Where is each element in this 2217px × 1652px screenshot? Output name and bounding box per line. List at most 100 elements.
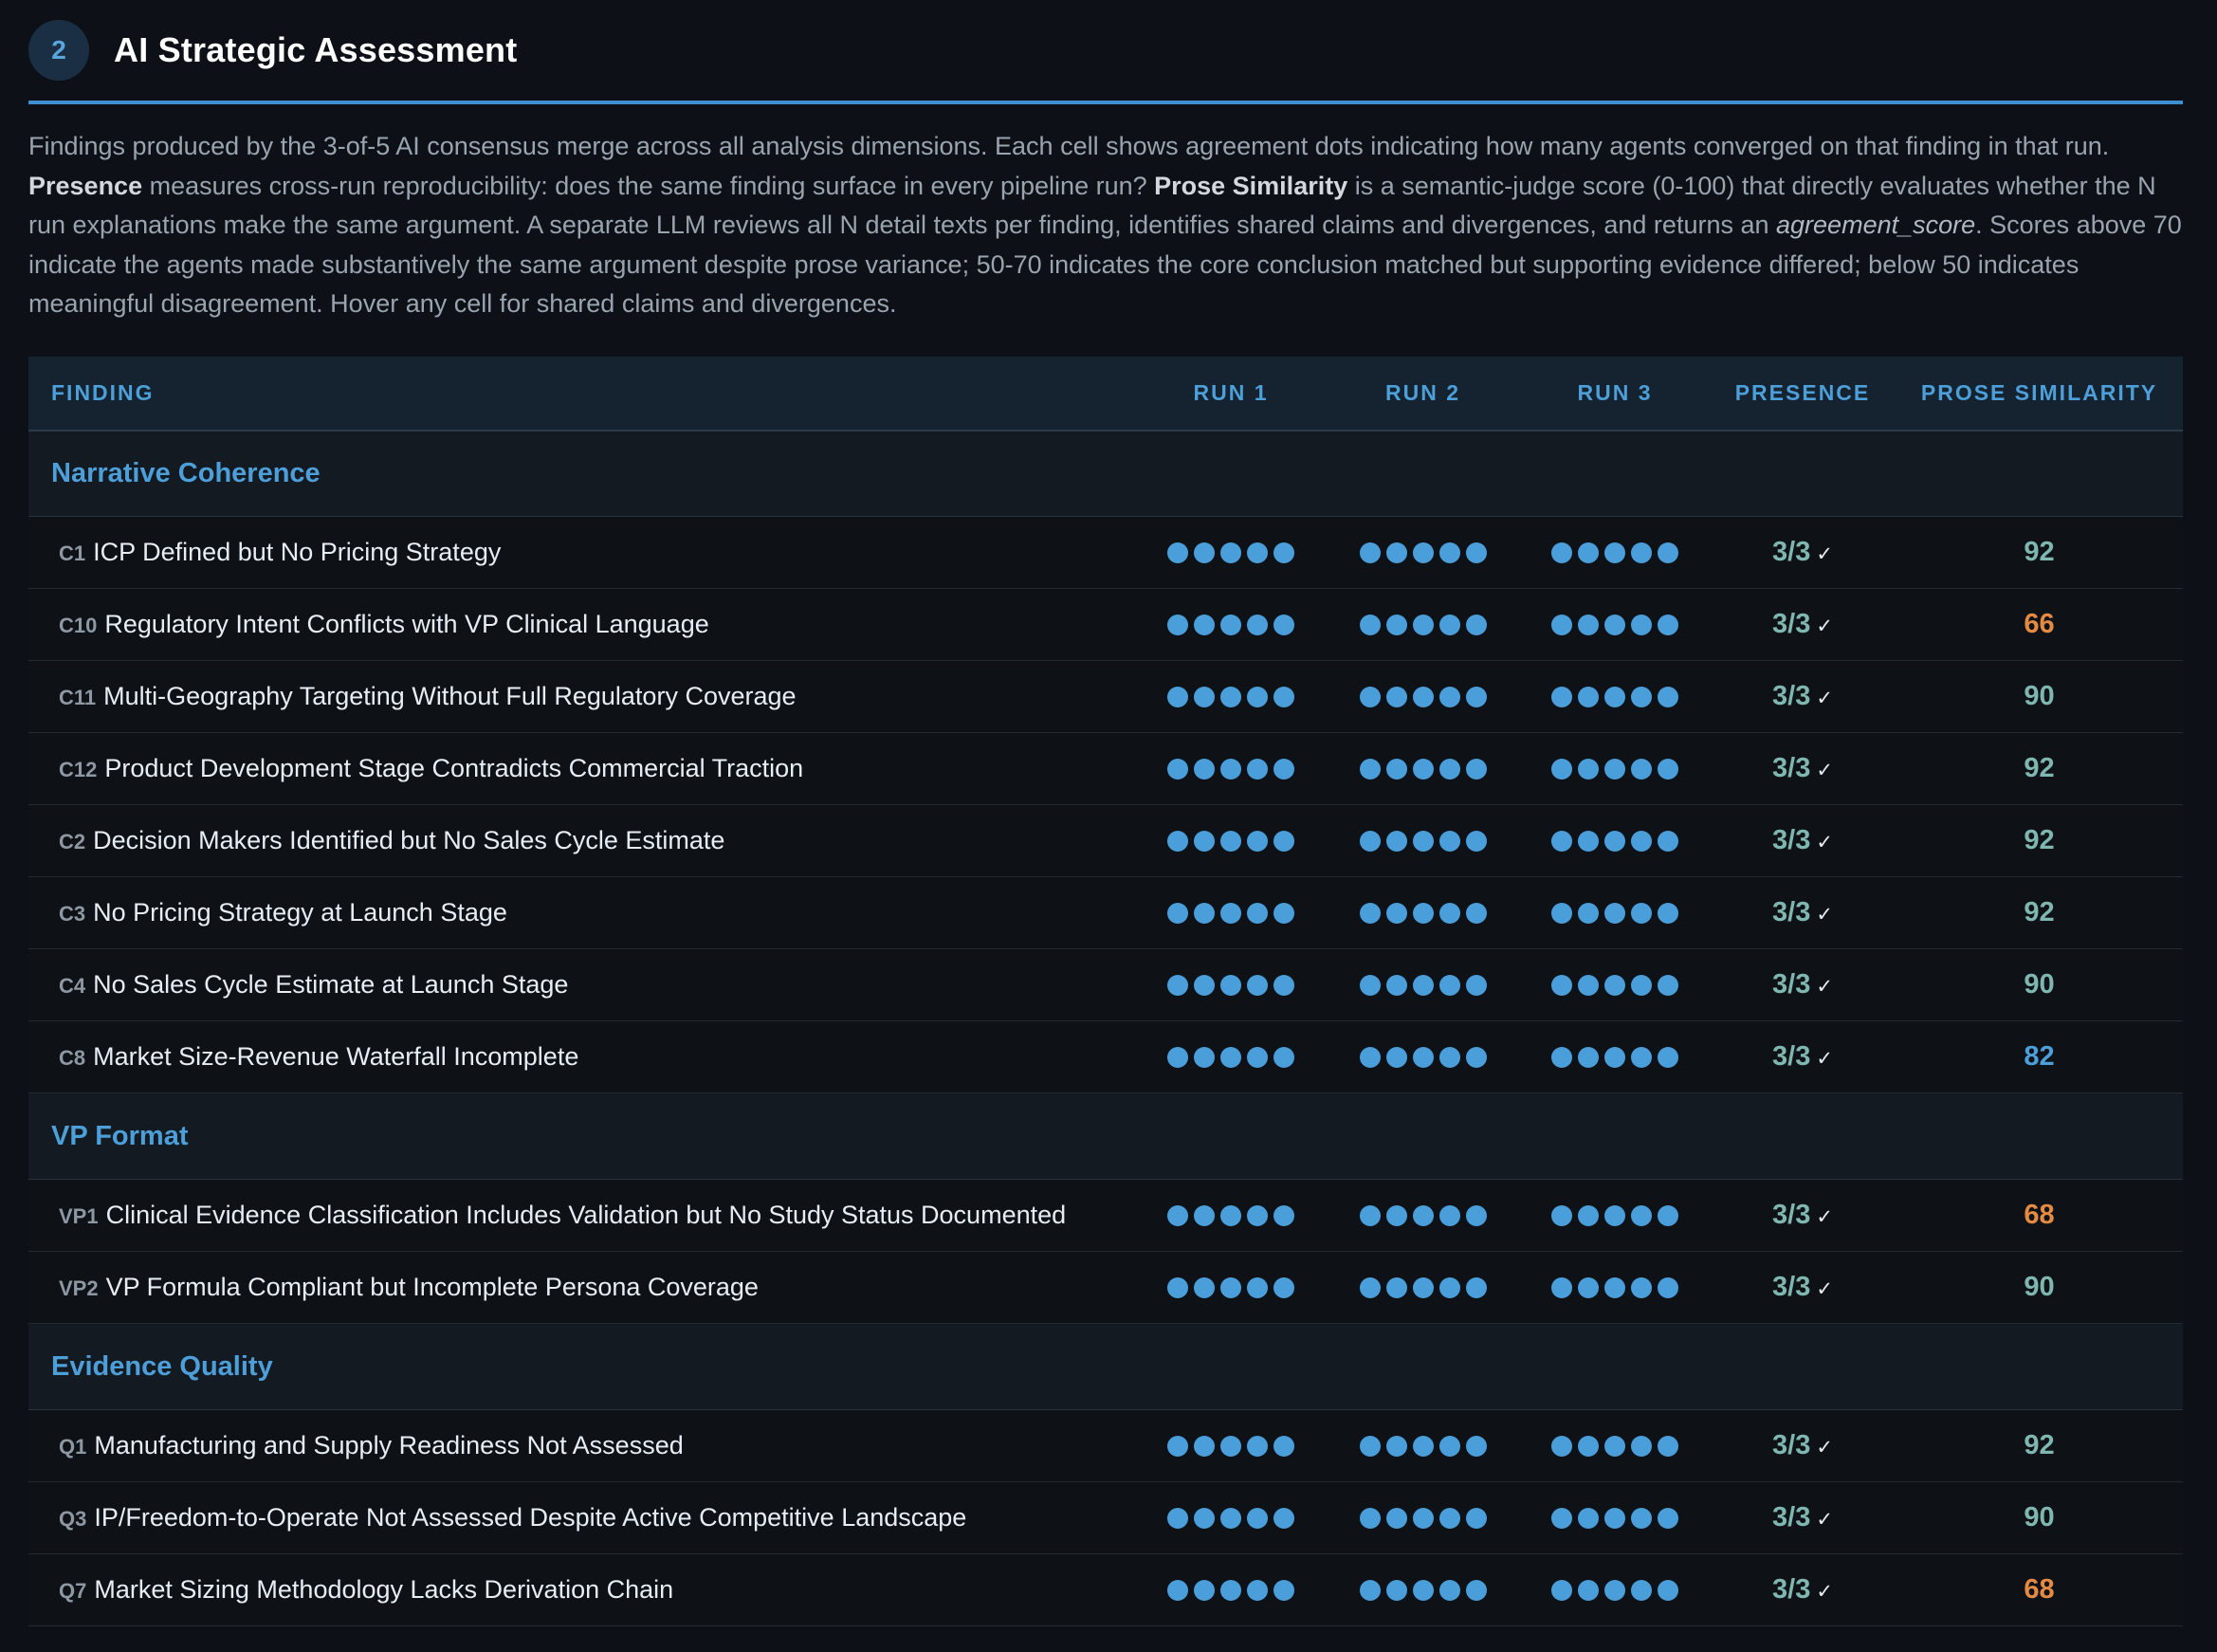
run-2-agreement-cell[interactable] <box>1326 517 1520 589</box>
table-row[interactable]: VP1 Clinical Evidence Classification Incl… <box>28 1179 2183 1252</box>
prose-similarity-cell[interactable]: 90 <box>1896 949 2183 1021</box>
prose-similarity-cell[interactable]: 82 <box>1896 1021 2183 1093</box>
run-2-agreement-cell[interactable] <box>1326 1410 1520 1482</box>
prose-similarity-cell[interactable]: 68 <box>1896 1554 2183 1626</box>
table-row[interactable]: C1 ICP Defined but No Pricing Strategy 3/3… <box>28 516 2183 589</box>
table-row[interactable]: C4 No Sales Cycle Estimate at Launch Stag… <box>28 948 2183 1021</box>
run-3-agreement-cell[interactable] <box>1520 517 1710 589</box>
finding-cell[interactable]: C4 No Sales Cycle Estimate at Launch Stag… <box>28 949 1136 1021</box>
finding-cell[interactable]: C8 Market Size-Revenue Waterfall Incomple… <box>28 1021 1136 1093</box>
finding-cell[interactable]: C12 Product Development Stage Contradicts… <box>28 733 1136 805</box>
run-1-agreement-cell[interactable] <box>1136 1021 1326 1093</box>
finding-cell[interactable]: C2 Decision Makers Identified but No Sale… <box>28 805 1136 877</box>
run-1-agreement-cell[interactable] <box>1136 661 1326 733</box>
table-row[interactable]: Q7 Market Sizing Methodology Lacks Deriva… <box>28 1553 2183 1626</box>
agreement-dot <box>1194 1507 1215 1529</box>
prose-similarity-cell[interactable]: 90 <box>1896 1482 2183 1554</box>
finding-cell[interactable]: Q1 Manufacturing and Supply Readiness Not… <box>28 1410 1136 1482</box>
prose-similarity-cell[interactable]: 90 <box>1896 661 2183 733</box>
prose-similarity-cell[interactable]: 90 <box>1896 1252 2183 1324</box>
run-1-agreement-cell[interactable] <box>1136 1180 1326 1252</box>
run-3-agreement-cell[interactable] <box>1520 661 1710 733</box>
run-2-agreement-cell[interactable] <box>1326 877 1520 949</box>
presence-cell[interactable]: 3/3 ✓ <box>1710 589 1896 661</box>
prose-similarity-cell[interactable]: 92 <box>1896 805 2183 877</box>
presence-cell[interactable]: 3/3 ✓ <box>1710 661 1896 733</box>
run-1-agreement-cell[interactable] <box>1136 1482 1326 1554</box>
presence-cell[interactable]: 3/3 ✓ <box>1710 1482 1896 1554</box>
run-2-agreement-cell[interactable] <box>1326 661 1520 733</box>
run-1-agreement-cell[interactable] <box>1136 517 1326 589</box>
presence-cell[interactable]: 3/3 ✓ <box>1710 1410 1896 1482</box>
run-2-agreement-cell[interactable] <box>1326 589 1520 661</box>
run-1-agreement-cell[interactable] <box>1136 805 1326 877</box>
finding-cell[interactable]: VP1 Clinical Evidence Classification Incl… <box>28 1180 1136 1252</box>
run-1-agreement-cell[interactable] <box>1136 949 1326 1021</box>
header-run-2[interactable]: RUN 2 <box>1326 357 1520 431</box>
run-3-agreement-cell[interactable] <box>1520 589 1710 661</box>
run-1-agreement-cell[interactable] <box>1136 1252 1326 1324</box>
presence-cell[interactable]: 3/3 ✓ <box>1710 949 1896 1021</box>
run-3-agreement-cell[interactable] <box>1520 1180 1710 1252</box>
finding-cell[interactable]: VP2 VP Formula Compliant but Incomplete P… <box>28 1252 1136 1324</box>
presence-cell[interactable]: 3/3 ✓ <box>1710 1252 1896 1324</box>
header-run-1[interactable]: RUN 1 <box>1136 357 1326 431</box>
finding-cell[interactable]: C1 ICP Defined but No Pricing Strategy <box>28 517 1136 589</box>
table-row[interactable]: Q3 IP/Freedom-to-Operate Not Assessed Des… <box>28 1481 2183 1554</box>
run-2-agreement-cell[interactable] <box>1326 1482 1520 1554</box>
prose-similarity-cell[interactable]: 68 <box>1896 1180 2183 1252</box>
table-row[interactable]: C10 Regulatory Intent Conflicts with VP C… <box>28 588 2183 661</box>
run-2-agreement-cell[interactable] <box>1326 1554 1520 1626</box>
header-prose-similarity[interactable]: PROSE SIMILARITY <box>1896 357 2183 431</box>
table-row[interactable]: C11 Multi-Geography Targeting Without Ful… <box>28 660 2183 733</box>
run-3-agreement-cell[interactable] <box>1520 1410 1710 1482</box>
agreement-dot <box>1247 541 1268 563</box>
presence-cell[interactable]: 3/3 ✓ <box>1710 733 1896 805</box>
agreement-dot <box>1604 1046 1625 1068</box>
table-row[interactable]: VP2 VP Formula Compliant but Incomplete P… <box>28 1251 2183 1324</box>
run-2-agreement-cell[interactable] <box>1326 805 1520 877</box>
run-2-agreement-cell[interactable] <box>1326 733 1520 805</box>
table-row[interactable]: C12 Product Development Stage Contradicts… <box>28 732 2183 805</box>
run-1-agreement-cell[interactable] <box>1136 589 1326 661</box>
run-2-agreement-cell[interactable] <box>1326 1180 1520 1252</box>
finding-cell[interactable]: C10 Regulatory Intent Conflicts with VP C… <box>28 589 1136 661</box>
presence-cell[interactable]: 3/3 ✓ <box>1710 1180 1896 1252</box>
table-row[interactable]: C2 Decision Makers Identified but No Sale… <box>28 804 2183 877</box>
prose-similarity-cell[interactable]: 92 <box>1896 517 2183 589</box>
presence-cell[interactable]: 3/3 ✓ <box>1710 1554 1896 1626</box>
finding-cell[interactable]: C11 Multi-Geography Targeting Without Ful… <box>28 661 1136 733</box>
run-3-agreement-cell[interactable] <box>1520 1252 1710 1324</box>
presence-cell[interactable]: 3/3 ✓ <box>1710 517 1896 589</box>
run-2-agreement-cell[interactable] <box>1326 949 1520 1021</box>
table-row[interactable]: C3 No Pricing Strategy at Launch Stage 3/3… <box>28 876 2183 949</box>
run-1-agreement-cell[interactable] <box>1136 1410 1326 1482</box>
prose-similarity-cell[interactable]: 92 <box>1896 877 2183 949</box>
prose-similarity-cell[interactable]: 66 <box>1896 589 2183 661</box>
header-finding[interactable]: FINDING <box>28 357 1136 431</box>
run-3-agreement-cell[interactable] <box>1520 1554 1710 1626</box>
finding-cell[interactable]: Q7 Market Sizing Methodology Lacks Deriva… <box>28 1554 1136 1626</box>
run-2-agreement-cell[interactable] <box>1326 1021 1520 1093</box>
header-presence[interactable]: PRESENCE <box>1710 357 1896 431</box>
run-3-agreement-cell[interactable] <box>1520 805 1710 877</box>
presence-cell[interactable]: 3/3 ✓ <box>1710 805 1896 877</box>
prose-similarity-cell[interactable]: 92 <box>1896 1410 2183 1482</box>
prose-similarity-cell[interactable]: 92 <box>1896 733 2183 805</box>
run-1-agreement-cell[interactable] <box>1136 733 1326 805</box>
run-3-agreement-cell[interactable] <box>1520 949 1710 1021</box>
run-3-agreement-cell[interactable] <box>1520 1482 1710 1554</box>
finding-cell[interactable]: C3 No Pricing Strategy at Launch Stage <box>28 877 1136 949</box>
finding-cell[interactable]: Q3 IP/Freedom-to-Operate Not Assessed Des… <box>28 1482 1136 1554</box>
presence-cell[interactable]: 3/3 ✓ <box>1710 1021 1896 1093</box>
table-row[interactable]: Q1 Manufacturing and Supply Readiness Not… <box>28 1409 2183 1482</box>
header-run-3[interactable]: RUN 3 <box>1520 357 1710 431</box>
presence-cell[interactable]: 3/3 ✓ <box>1710 877 1896 949</box>
run-2-agreement-cell[interactable] <box>1326 1252 1520 1324</box>
run-1-agreement-cell[interactable] <box>1136 877 1326 949</box>
table-row[interactable]: C8 Market Size-Revenue Waterfall Incomple… <box>28 1020 2183 1093</box>
run-3-agreement-cell[interactable] <box>1520 877 1710 949</box>
run-3-agreement-cell[interactable] <box>1520 733 1710 805</box>
run-3-agreement-cell[interactable] <box>1520 1021 1710 1093</box>
run-1-agreement-cell[interactable] <box>1136 1554 1326 1626</box>
